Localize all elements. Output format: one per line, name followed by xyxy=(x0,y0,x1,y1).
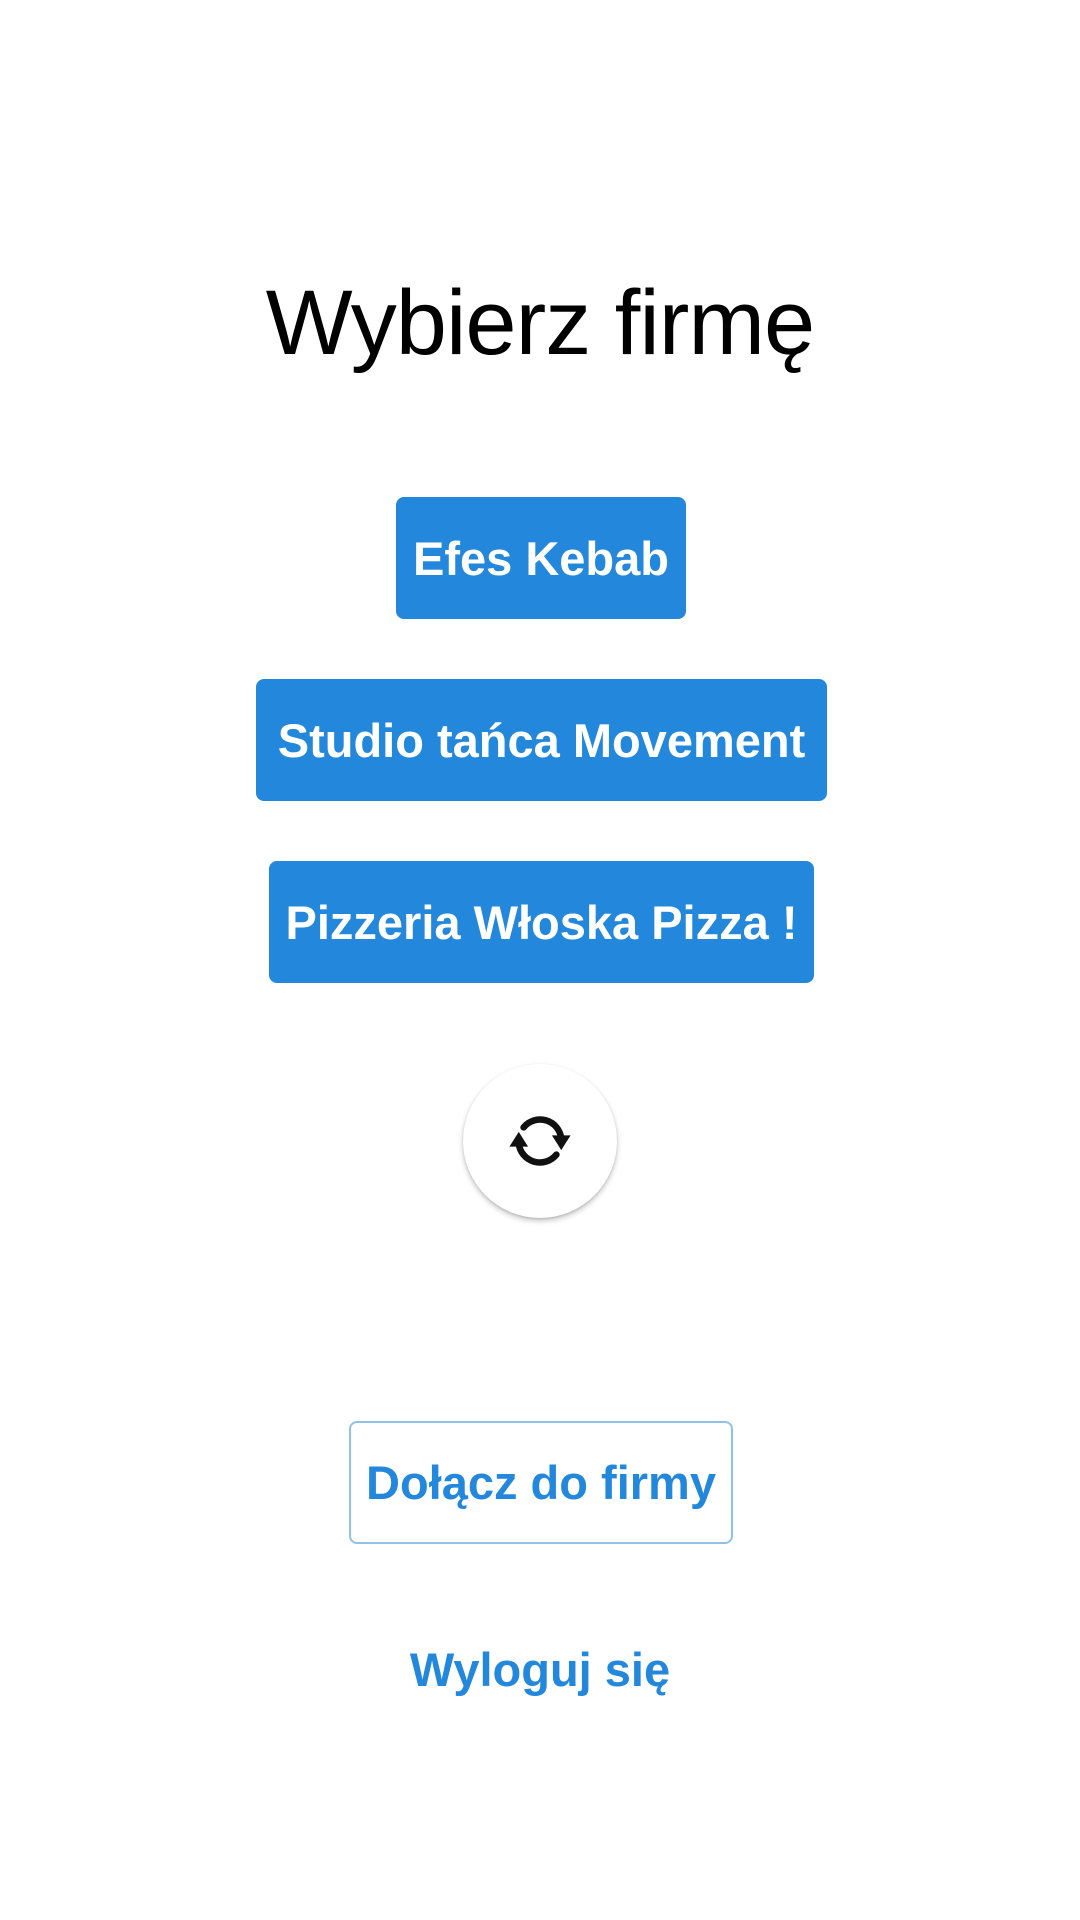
company-button-label: Studio tańca Movement xyxy=(277,713,806,767)
logout-link[interactable]: Wyloguj się xyxy=(0,1640,1080,1700)
page-title: Wybierz firmę xyxy=(265,272,815,374)
company-button-label: Efes Kebab xyxy=(413,531,669,585)
company-button-pizzeria[interactable]: Pizzeria Włoska Pizza ! xyxy=(269,861,814,983)
refresh-icon xyxy=(506,1107,574,1175)
company-button-label: Pizzeria Włoska Pizza ! xyxy=(285,895,798,949)
refresh-button[interactable] xyxy=(463,1064,617,1218)
company-button-efes-kebab[interactable]: Efes Kebab xyxy=(396,497,686,619)
join-company-button[interactable]: Dołącz do firmy xyxy=(349,1421,733,1544)
company-button-studio-movement[interactable]: Studio tańca Movement xyxy=(256,679,827,801)
join-company-label: Dołącz do firmy xyxy=(366,1456,716,1509)
